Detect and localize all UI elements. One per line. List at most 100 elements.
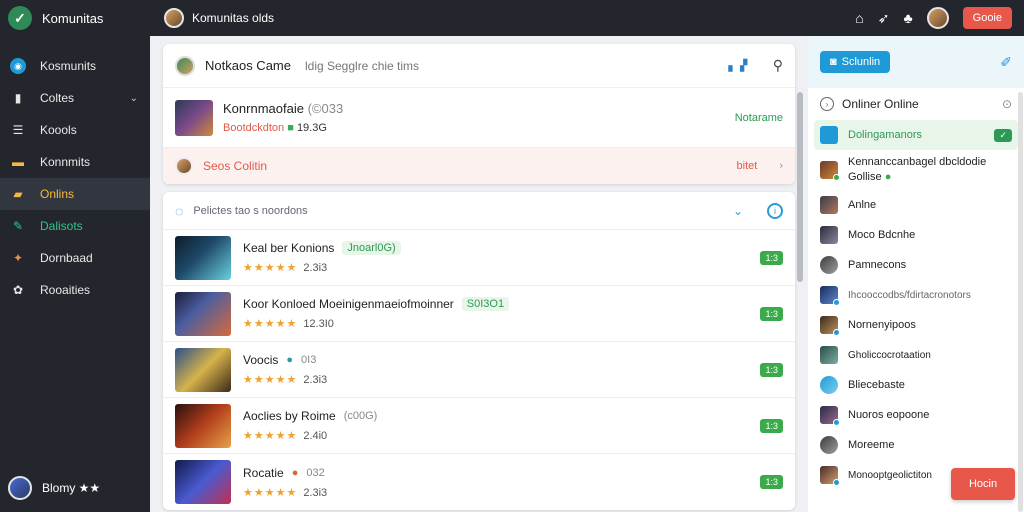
list-item[interactable]: Pamnecons <box>808 250 1024 280</box>
friend-name: Nuoros eopoone <box>848 409 930 421</box>
list-item[interactable]: Moco Bdcnhe <box>808 220 1024 250</box>
rating-value: 2.4i0 <box>303 430 328 442</box>
list-item[interactable]: Rocatie ● 032 ★★★★★ 2.3i3 1:3 <box>163 454 795 510</box>
brand[interactable]: ✓ Komunitas <box>0 6 150 30</box>
list-item[interactable]: Koor Konloed Moeinigenmaeiofmoinner S0I3… <box>163 286 795 342</box>
right-panel-button[interactable]: ◙ Sclunlin <box>820 51 891 73</box>
game-title: Koor Konloed Moeinigenmaeiofmoinner S0I3… <box>243 297 510 311</box>
scrollbar-thumb[interactable] <box>797 92 803 282</box>
list-item[interactable]: Nuoros eopoone <box>808 400 1024 430</box>
list-item[interactable]: Nornenyipoos <box>808 310 1024 340</box>
game-tag: 032 <box>306 466 325 479</box>
friend-name: Moreeme <box>848 439 895 451</box>
online-indicator <box>833 329 840 336</box>
avatar <box>820 376 838 394</box>
avatar <box>820 436 838 454</box>
featured-title-text: Konrnmaofaie <box>223 101 304 116</box>
info-icon[interactable]: i <box>767 202 783 219</box>
friend-name: Ihcooccodbs/fdirtacronotors <box>848 289 971 301</box>
friend-name-wrap: Kennanccanbagel dbcldodie Gollise ● <box>848 155 1012 185</box>
list-item[interactable]: Kennanccanbagel dbcldodie Gollise ● <box>808 150 1024 190</box>
sidebar-item-dalisots[interactable]: ✎ Dalisots <box>0 210 150 242</box>
game-name: Koor Konloed Moeinigenmaeiofmoinner <box>243 297 454 311</box>
list-item[interactable]: Aoclies by Roime (c00G) ★★★★★ 2.4i0 1:3 <box>163 398 795 454</box>
game-badge[interactable]: 1:3 <box>760 362 783 377</box>
alert-action-link[interactable]: bitet <box>737 160 758 172</box>
home-icon[interactable]: ⌂ <box>855 10 863 26</box>
right-panel: ◙ Sclunlin ✐ › Onliner Online ⊙ Dolingam… <box>808 36 1024 512</box>
game-thumbnail <box>175 403 231 448</box>
chat-icon: ✦ <box>12 251 24 265</box>
game-badge[interactable]: 1:3 <box>760 306 783 321</box>
avatar <box>175 157 193 175</box>
chevron-down-icon[interactable]: ⌄ <box>733 204 743 218</box>
sidebar: ◉ Kosmunits ▮ Coltes ⌄ ☰ Koools ▬ Konnmi… <box>0 36 150 512</box>
friend-name: Dolingamanors <box>848 129 922 141</box>
sidebar-item-onlins[interactable]: ▰ Onlins <box>0 178 150 210</box>
alert-actions: bitet › <box>737 160 783 172</box>
sidebar-item-konnmits[interactable]: ▬ Konnmits <box>0 146 150 178</box>
alert-row[interactable]: Seos Colitin bitet › <box>163 148 795 184</box>
online-indicator <box>833 419 840 426</box>
list-item[interactable]: Ihcooccodbs/fdirtacronotors <box>808 280 1024 310</box>
list-item[interactable]: Bliecebaste <box>808 370 1024 400</box>
current-user-name: Komunitas olds <box>192 11 275 25</box>
avatar <box>820 406 840 426</box>
online-header-label: Onliner Online <box>842 97 919 111</box>
sidebar-item-rooaities[interactable]: ✿ Rooaities <box>0 274 150 306</box>
signal-icon[interactable]: ▖▗▘ <box>728 59 751 72</box>
featured-meta: Bootdckdton ■ 19.3G <box>223 122 343 134</box>
main-scrollbar[interactable] <box>797 92 803 292</box>
feature-card-header: Notkaos Came ldig Segglre chie tims ▖▗▘ … <box>163 44 795 88</box>
game-thumbnail <box>175 460 231 504</box>
sidebar-footer-user[interactable]: Blomy ★★ <box>0 476 150 500</box>
game-tag-icon: ● <box>291 466 299 479</box>
page-subtitle: ldig Segglre chie tims <box>304 58 420 73</box>
chevron-right-icon[interactable]: › <box>779 160 783 172</box>
sidebar-item-dornbaad[interactable]: ✦ Dornbaad <box>0 242 150 274</box>
search-icon[interactable]: ⚲ <box>773 57 783 74</box>
footer-user-name: Blomy ★★ <box>42 481 101 495</box>
floating-action-button[interactable]: Hocin <box>951 468 1015 500</box>
game-badge[interactable]: 1:3 <box>760 418 783 433</box>
sidebar-item-coltes[interactable]: ▮ Coltes ⌄ <box>0 82 150 114</box>
game-tag: S0I3O1 <box>461 297 510 311</box>
rating-stars: ★★★★★ 12.3I0 <box>243 318 334 330</box>
refresh-icon[interactable]: ◌ <box>175 203 183 219</box>
list-item[interactable]: Keal ber Konions Jnoarl0G) ★★★★★ 2.3i3 1:… <box>163 230 795 286</box>
settings-icon[interactable]: ⊙ <box>1002 97 1012 111</box>
gear-icon: ✿ <box>12 283 24 297</box>
list-item[interactable]: Voocis ● 0I3 ★★★★★ 2.3i3 1:3 <box>163 342 795 398</box>
sidebar-item-koools[interactable]: ☰ Koools <box>0 114 150 146</box>
list-item[interactable]: Anlne <box>808 190 1024 220</box>
featured-item[interactable]: Konrnmaofaie (©033 Bootdckdton ■ 19.3G N… <box>163 88 795 148</box>
games-list-header: ◌ Pelictes tao s noordons ⌄ i <box>163 192 795 230</box>
game-badge[interactable]: 1:3 <box>760 475 783 489</box>
rating-stars: ★★★★★ 2.3i3 <box>243 262 328 274</box>
sidebar-item-label: Dalisots <box>40 219 83 233</box>
sidebar-item-label: Onlins <box>40 187 75 201</box>
app-name: Komunitas <box>42 10 104 26</box>
compose-icon[interactable]: ✐ <box>1000 54 1012 71</box>
alert-text: Seos Colitin <box>203 159 268 173</box>
sidebar-item-label: Koools <box>40 123 77 137</box>
current-user[interactable]: Komunitas olds <box>164 8 274 28</box>
list-item[interactable]: Moreeme <box>808 430 1024 460</box>
rating-value: 2.3i3 <box>303 374 328 386</box>
profile-avatar[interactable] <box>926 7 949 29</box>
store-icon: ▬ <box>12 155 24 169</box>
right-panel-scrollbar[interactable] <box>1018 92 1023 512</box>
chevron-down-icon[interactable]: ⌄ <box>130 93 138 104</box>
avatar <box>820 316 840 336</box>
sidebar-item-kosmunits[interactable]: ◉ Kosmunits <box>0 50 150 82</box>
list-item[interactable]: Dolingamanors ✓ <box>814 120 1018 150</box>
share-icon[interactable]: ➶ <box>878 10 890 27</box>
rating-value: 12.3I0 <box>303 318 334 330</box>
users-icon[interactable]: ♣ <box>903 10 912 26</box>
friend-name: Gholiccocrotaation <box>848 349 931 361</box>
top-action-button[interactable]: Gooie <box>962 7 1012 29</box>
game-badge[interactable]: 1:3 <box>760 250 783 265</box>
bag-icon: ▮ <box>14 91 22 105</box>
list-item[interactable]: Gholiccocrotaation <box>808 340 1024 370</box>
chat-icon <box>820 126 838 144</box>
